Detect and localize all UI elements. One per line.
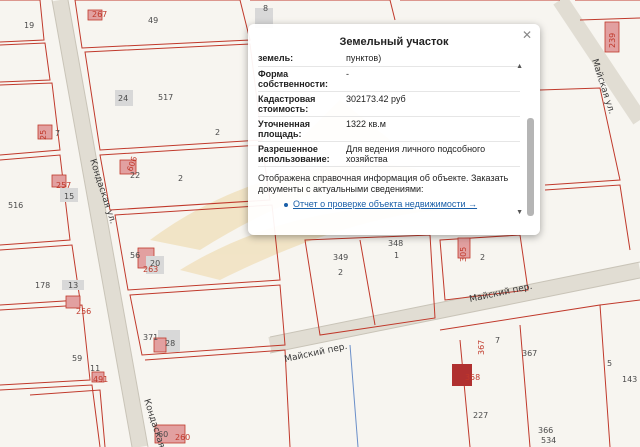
info-value: 1322 кв.м	[346, 119, 386, 129]
scrollbar-thumb[interactable]	[527, 118, 534, 216]
parcel-label: 178	[35, 281, 50, 290]
info-row: Кадастровая стоимость: 302173.42 руб	[258, 92, 520, 117]
parcel-label: 5	[607, 359, 612, 368]
parcel-label: 349	[333, 253, 348, 262]
info-row: Разрешенное использование: Для ведения л…	[258, 142, 520, 167]
info-key: Кадастровая стоимость:	[258, 94, 316, 114]
info-value: пунктов)	[346, 54, 382, 63]
parcel-label: 239	[608, 33, 617, 48]
parcel-label: 366	[538, 426, 553, 435]
bullet-icon	[284, 202, 288, 207]
parcel-label: 2	[338, 268, 343, 277]
info-value: Для ведения личного подсобного хозяйства	[346, 144, 486, 164]
parcel-label: 305	[459, 247, 468, 262]
parcel-label: 1	[394, 251, 399, 260]
parcel-label: 267	[92, 10, 107, 19]
info-row: Уточненная площадь: 1322 кв.м	[258, 117, 520, 142]
parcel-label: 256	[76, 307, 91, 316]
close-icon[interactable]: ✕	[522, 28, 532, 42]
parcel-label: 2	[215, 128, 220, 137]
scroll-up-icon[interactable]: ▲	[516, 63, 523, 70]
parcel-label: 516	[8, 201, 23, 210]
parcel-label: 59	[72, 354, 82, 363]
popup-title: Земельный участок	[339, 36, 449, 48]
parcel-info-popup: Земельный участок ✕ земель: пунктов) Фор…	[248, 24, 540, 235]
info-key: Уточненная площадь:	[258, 119, 310, 139]
parcel-label: 367	[522, 349, 537, 358]
parcel-label: 8	[263, 4, 268, 13]
parcel-label: 11	[90, 364, 100, 373]
parcel-label: 263	[143, 265, 158, 274]
report-link[interactable]: Отчет о проверке объекта недвижимости →	[293, 199, 477, 209]
parcel-label: 491	[93, 375, 108, 384]
parcel-label: 7	[55, 129, 60, 138]
parcel-label: 257	[56, 181, 71, 190]
parcel-label: 22	[130, 171, 140, 180]
parcel-label: 348	[388, 239, 403, 248]
parcel-label: 227	[473, 411, 488, 420]
parcel-label: 358	[465, 373, 480, 382]
parcel-label: 25	[39, 130, 48, 140]
info-row: Форма собственности: -	[258, 67, 520, 92]
parcel-label: 24	[118, 94, 128, 103]
parcel-label: 2	[178, 174, 183, 183]
report-link-row: Отчет о проверке объекта недвижимости →	[258, 199, 520, 210]
info-key: Форма собственности:	[258, 69, 328, 89]
parcel-label: 2	[480, 253, 485, 262]
parcel-label: 19	[24, 21, 34, 30]
parcel-label: 15	[64, 192, 74, 201]
parcel-label: 13	[68, 281, 78, 290]
info-key: Разрешенное использование:	[258, 144, 330, 164]
parcel-label: 28	[165, 339, 175, 348]
parcel-label: 7	[495, 336, 500, 345]
parcel-label: 517	[158, 93, 173, 102]
info-value: -	[346, 69, 349, 79]
parcel-label: 534	[541, 436, 556, 445]
parcel-label: 49	[148, 16, 158, 25]
parcel-label: 367	[477, 340, 486, 355]
popup-scrollbar[interactable]	[527, 60, 534, 220]
parcel-label: 260	[175, 433, 190, 442]
info-note: Отображена справочная информация об объе…	[258, 173, 509, 194]
popup-body[interactable]: земель: пунктов) Форма собственности: - …	[258, 54, 520, 229]
info-key: земель:	[258, 54, 294, 63]
parcel-label: 56	[130, 251, 140, 260]
parcel-label: 371	[143, 333, 158, 342]
info-row-partial: земель: пунктов)	[258, 54, 520, 67]
scroll-down-icon[interactable]: ▼	[516, 209, 523, 216]
parcel-label: 143	[622, 375, 637, 384]
info-value: 302173.42 руб	[346, 94, 406, 104]
